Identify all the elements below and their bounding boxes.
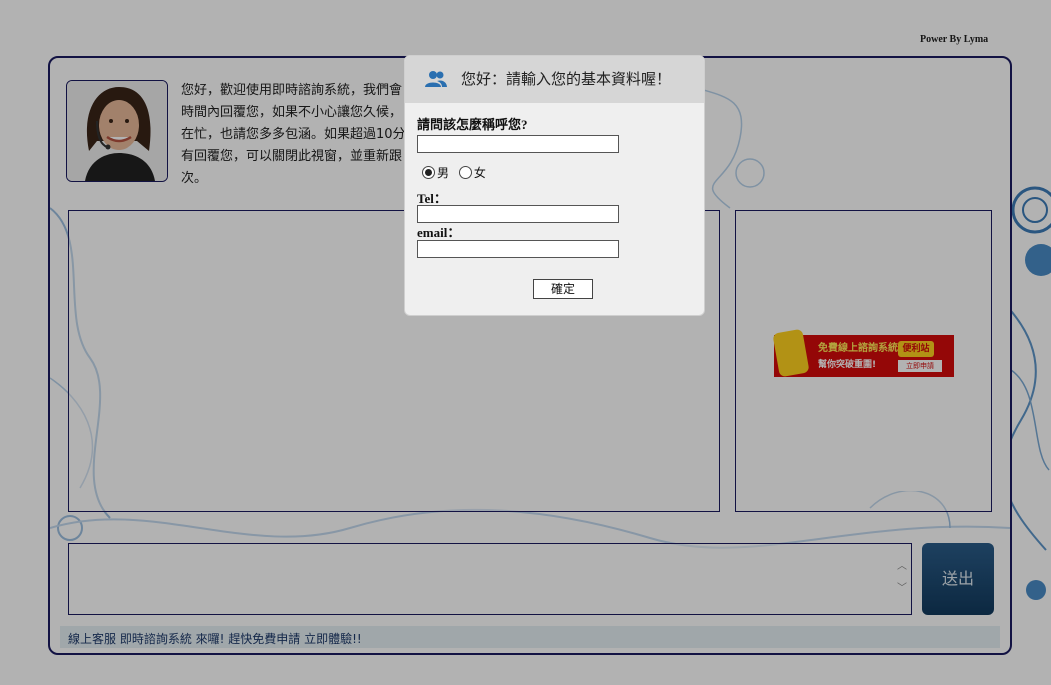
confirm-button[interactable]: 確定 [533,279,593,299]
gender-female-radio[interactable] [458,166,472,179]
gender-female-label: 女 [473,166,486,180]
info-dialog: 您好：請輸入您的基本資料喔！ 請問該怎麼稱呼您? 男 女 Tel： email：… [404,55,705,316]
name-label: 請問該怎麼稱呼您? [417,117,528,132]
gender-male-label: 男 [437,166,450,180]
email-field[interactable] [417,240,619,258]
tel-field[interactable] [417,205,619,223]
name-field[interactable] [417,135,619,153]
gender-radio-group: 男 女 [422,164,492,181]
email-label: email： [417,225,461,240]
gender-male-radio[interactable] [422,166,435,179]
dialog-header: 您好：請輸入您的基本資料喔！ [405,56,704,103]
dialog-title: 您好：請輸入您的基本資料喔！ [461,70,672,88]
users-icon [425,71,447,87]
chat-page: Power By Lyma 您好，歡迎使用即時諮詢系統，我們會 時間內回覆您，如… [0,0,1051,685]
